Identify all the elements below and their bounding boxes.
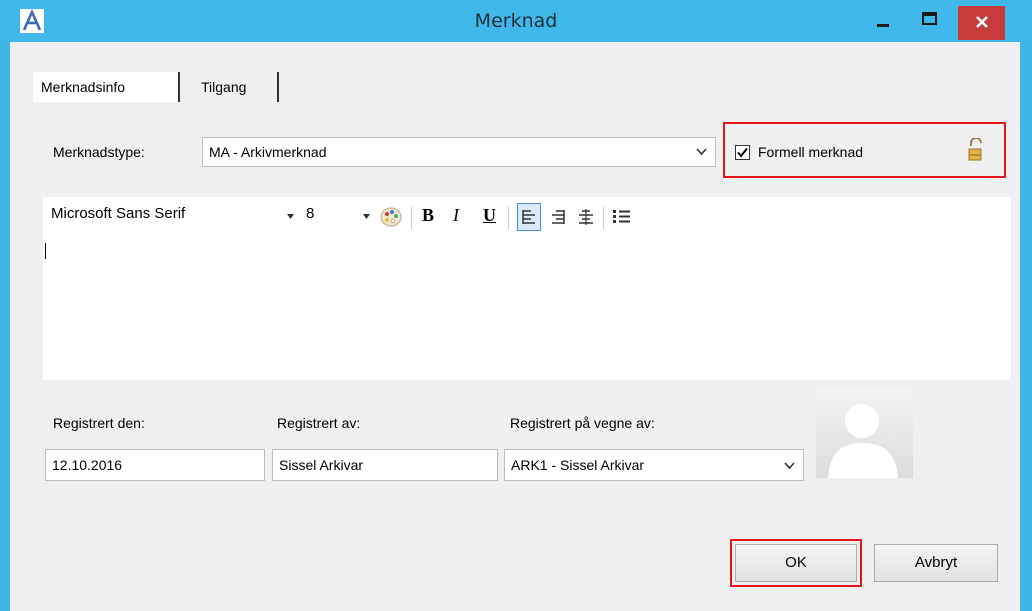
bullet-list-icon[interactable] (610, 204, 634, 230)
note-text-editor[interactable] (43, 235, 1011, 380)
toolbar-separator (603, 207, 604, 229)
chevron-down-icon (696, 148, 707, 156)
underline-button[interactable]: U (483, 205, 496, 226)
tab-merknadsinfo[interactable]: Merknadsinfo (33, 72, 180, 102)
checkmark-icon (737, 147, 748, 158)
lock-icon[interactable] (968, 138, 984, 164)
align-left-icon (522, 210, 535, 224)
toolbar-separator (411, 207, 412, 229)
registered-by-field[interactable]: Sissel Arkivar (272, 449, 498, 481)
color-palette-icon[interactable] (380, 206, 402, 228)
type-select[interactable]: MA - Arkivmerknad (202, 137, 716, 167)
font-dropdown-icon[interactable] (287, 214, 294, 219)
person-silhouette-icon (828, 404, 898, 478)
title-bar[interactable]: Merknad (0, 0, 1032, 42)
dialog-window: Merknad Merknadsinfo Tilgang Merknadstyp… (0, 0, 1032, 611)
cancel-button[interactable]: Avbryt (874, 544, 998, 582)
tab-tilgang[interactable]: Tilgang (193, 72, 279, 102)
ok-button[interactable]: OK (735, 544, 857, 582)
toolbar-separator (508, 207, 509, 229)
on-behalf-select-value: ARK1 - Sissel Arkivar (511, 457, 645, 473)
formal-label: Formell merknad (758, 144, 864, 160)
on-behalf-select[interactable]: ARK1 - Sissel Arkivar (504, 449, 804, 481)
format-toolbar: Microsoft Sans Serif 8 B I U (43, 197, 1011, 237)
font-size-select[interactable]: 8 (306, 205, 314, 222)
avatar (816, 388, 913, 478)
registered-by-label: Registrert av: (277, 415, 361, 431)
italic-button[interactable]: I (453, 205, 459, 226)
bold-button[interactable]: B (422, 205, 434, 226)
registered-date-field[interactable]: 12.10.2016 (45, 449, 265, 481)
maximize-icon (922, 12, 937, 25)
align-center-icon[interactable] (575, 204, 597, 230)
align-right-icon[interactable] (547, 204, 569, 230)
minimize-button[interactable] (866, 6, 900, 34)
font-name-select[interactable]: Microsoft Sans Serif (51, 205, 185, 222)
close-button[interactable] (958, 6, 1005, 40)
align-left-button[interactable] (517, 203, 541, 231)
maximize-button[interactable] (913, 6, 947, 34)
chevron-down-icon (784, 462, 795, 470)
close-icon (975, 16, 988, 28)
type-select-value: MA - Arkivmerknad (209, 144, 327, 160)
text-cursor (45, 243, 46, 259)
type-label: Merknadstype: (53, 144, 145, 160)
on-behalf-label: Registrert på vegne av: (510, 415, 655, 431)
registered-date-label: Registrert den: (53, 415, 145, 431)
minimize-icon (877, 24, 889, 27)
size-dropdown-icon[interactable] (363, 214, 370, 219)
dialog-body: Merknadsinfo Tilgang Merknadstype: MA - … (10, 42, 1020, 611)
formal-checkbox[interactable] (735, 145, 750, 160)
